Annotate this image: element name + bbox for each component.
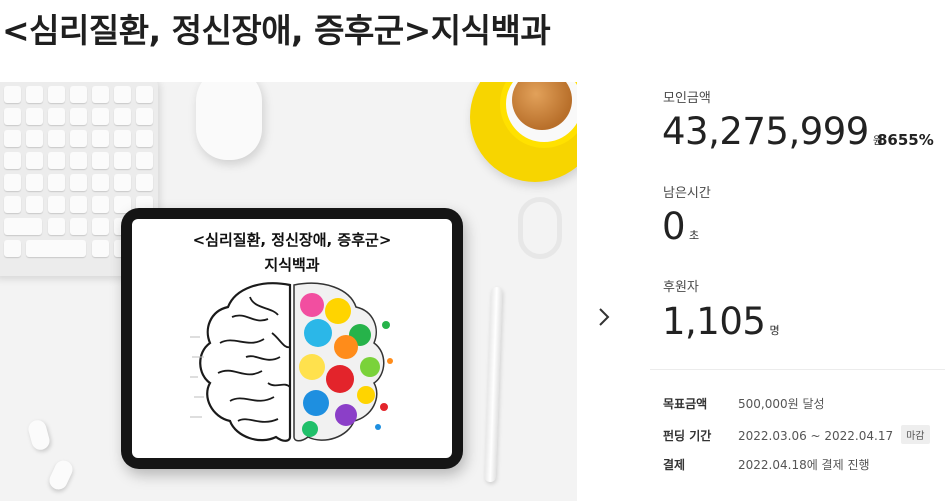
earbud-image xyxy=(26,418,52,452)
brain-illustration xyxy=(190,282,393,442)
period-row: 펀딩 기간 2022.03.06 ~ 2022.04.17 마감 xyxy=(663,425,930,444)
achievement-rate: 8655% xyxy=(877,131,934,149)
period-value: 2022.03.06 ~ 2022.04.17 xyxy=(738,429,894,443)
time-left-label: 남은시간 xyxy=(663,186,711,201)
earbud-image xyxy=(46,457,76,493)
chevron-right-icon xyxy=(599,308,610,326)
time-left-unit: 초 xyxy=(689,229,700,242)
page-title: <심리질환, 정신장애, 증후군>지식백과 xyxy=(2,11,551,50)
mouse-image xyxy=(196,82,262,160)
backers-number: 1,105 xyxy=(662,300,766,343)
amount-value: 43,275,999 원 xyxy=(662,110,883,153)
screen-title: <심리질환, 정신장애, 증후군> xyxy=(192,231,392,249)
period-key: 펀딩 기간 xyxy=(663,429,712,443)
backers-label: 후원자 xyxy=(663,280,699,295)
goal-value: 500,000원 달성 xyxy=(738,397,825,411)
screen-subtitle: 지식백과 xyxy=(264,256,320,274)
payment-value: 2022.04.18에 결제 진행 xyxy=(738,458,870,472)
clip-image xyxy=(518,197,562,259)
amount-number: 43,275,999 xyxy=(662,110,869,153)
backers-value: 1,105 명 xyxy=(662,300,780,343)
time-left-number: 0 xyxy=(662,205,686,248)
payment-key: 결제 xyxy=(663,458,686,472)
time-left-value: 0초 xyxy=(662,205,699,248)
next-image-button[interactable] xyxy=(594,304,614,330)
stylus-image xyxy=(484,286,503,483)
tablet-image: <심리질환, 정신장애, 증후군> 지식백과 xyxy=(121,208,463,469)
tablet-screen: <심리질환, 정신장애, 증후군> 지식백과 xyxy=(132,219,452,458)
payment-row: 결제 2022.04.18에 결제 진행 xyxy=(663,456,870,473)
amount-label: 모인금액 xyxy=(663,91,711,106)
closed-badge: 마감 xyxy=(901,425,930,444)
project-image: <심리질환, 정신장애, 증후군> 지식백과 xyxy=(0,82,577,501)
divider xyxy=(650,369,945,370)
goal-key: 목표금액 xyxy=(663,397,708,411)
backers-unit: 명 xyxy=(769,324,780,337)
goal-row: 목표금액 500,000원 달성 xyxy=(663,395,825,412)
